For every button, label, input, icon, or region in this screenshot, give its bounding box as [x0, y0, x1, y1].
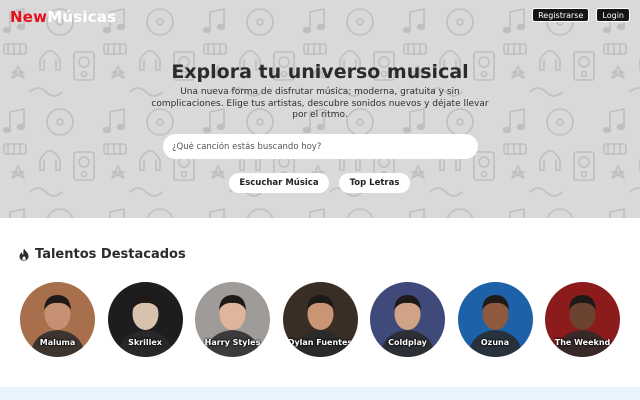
artist-name: Coldplay: [388, 338, 427, 347]
artist-card[interactable]: Harry Styles: [195, 282, 270, 357]
logo-text-new: New: [10, 8, 48, 26]
flame-icon: [19, 248, 29, 261]
artist-name: Harry Styles: [204, 338, 261, 347]
login-button[interactable]: Login: [596, 8, 630, 22]
featured-section-title: Talentos Destacados: [35, 247, 186, 262]
artist-card[interactable]: Maluma: [20, 282, 95, 357]
hero-subtitle: Una nueva forma de disfrutar música: mod…: [151, 87, 489, 120]
register-button[interactable]: Registrarse: [532, 8, 590, 22]
song-search-input[interactable]: [163, 134, 478, 159]
artist-name: The Weeknd: [554, 338, 611, 347]
hero-section: NewMúsicas Registrarse Login Explora tu …: [0, 0, 640, 218]
artist-card[interactable]: Skrillex: [107, 282, 183, 357]
top-lyrics-button[interactable]: Top Letras: [339, 173, 410, 193]
artist-name: Maluma: [39, 338, 76, 347]
artist-name: Skrillex: [128, 338, 162, 347]
artist-card[interactable]: The Weeknd: [545, 282, 620, 357]
site-logo[interactable]: NewMúsicas: [10, 8, 116, 26]
listen-music-button[interactable]: Escuchar Música: [229, 173, 329, 193]
logo-text-musicas: Músicas: [47, 8, 117, 26]
artist-name: Dylan Fuentes: [287, 338, 353, 347]
hero-title: Explora tu universo musical: [171, 61, 469, 83]
featured-artists-row: Maluma Skrillex Harry Styles Dylan Fuentes C…: [20, 282, 640, 357]
featured-section-heading: Talentos Destacados: [19, 247, 186, 262]
auth-buttons: Registrarse Login: [532, 8, 630, 22]
artist-card[interactable]: Ozuna: [457, 282, 533, 357]
next-section-edge: [0, 387, 640, 400]
artist-card[interactable]: Coldplay: [370, 282, 445, 357]
artist-name: Ozuna: [480, 338, 510, 347]
artist-card[interactable]: Dylan Fuentes: [282, 282, 358, 357]
